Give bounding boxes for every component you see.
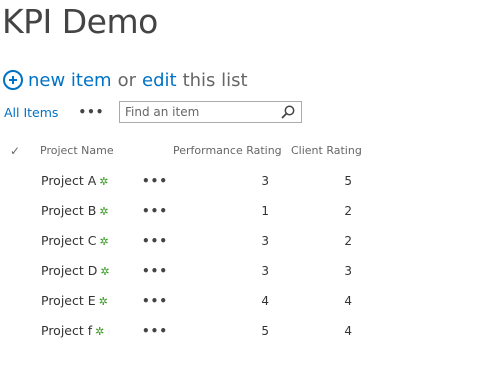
client-rating-cell: 4 xyxy=(344,324,352,338)
project-name-link[interactable]: Project E ✲ xyxy=(41,286,108,316)
row-menu-button[interactable]: ••• xyxy=(142,256,168,286)
client-rating-cell: 4 xyxy=(344,294,352,308)
new-item-icon: ✲ xyxy=(95,325,105,338)
search-icon[interactable] xyxy=(281,105,295,119)
select-all-checkbox[interactable]: ✓ xyxy=(8,140,22,162)
performance-rating-cell: 3 xyxy=(261,174,269,188)
this-list-text: this list xyxy=(182,69,248,91)
performance-rating-cell: 4 xyxy=(261,294,269,308)
column-header-project-name[interactable]: Project Name xyxy=(40,140,114,162)
client-rating-cell: 2 xyxy=(344,234,352,248)
performance-rating-cell: 1 xyxy=(261,204,269,218)
project-name-link[interactable]: Project A ✲ xyxy=(41,166,109,196)
client-rating-cell: 2 xyxy=(344,204,352,218)
view-selector: All Items ••• xyxy=(4,101,104,123)
project-name-link[interactable]: Project C ✲ xyxy=(41,226,109,256)
view-all-items[interactable]: All Items xyxy=(4,105,58,120)
performance-rating-cell: 3 xyxy=(261,234,269,248)
column-header-performance-rating[interactable]: Performance Rating xyxy=(173,140,282,162)
new-item-icon: ✲ xyxy=(98,295,108,308)
client-rating-cell: 3 xyxy=(344,264,352,278)
client-rating-cell: 5 xyxy=(344,174,352,188)
new-item-icon: ✲ xyxy=(99,205,109,218)
new-item-icon: ✲ xyxy=(99,235,109,248)
add-circle-icon[interactable] xyxy=(3,70,23,90)
table-row[interactable]: Project A ✲ ••• 3 5 xyxy=(0,166,491,196)
performance-rating-cell: 5 xyxy=(261,324,269,338)
row-menu-button[interactable]: ••• xyxy=(142,166,168,196)
new-item-link[interactable]: new item xyxy=(28,70,112,91)
page-title: KPI Demo xyxy=(2,2,158,41)
row-menu-button[interactable]: ••• xyxy=(142,286,168,316)
row-menu-button[interactable]: ••• xyxy=(142,316,168,346)
table-row[interactable]: Project f ✲ ••• 5 4 xyxy=(0,316,491,346)
table-row[interactable]: Project B ✲ ••• 1 2 xyxy=(0,196,491,226)
column-header-client-rating[interactable]: Client Rating xyxy=(291,140,362,162)
row-menu-button[interactable]: ••• xyxy=(142,226,168,256)
list-actions: new item or edit this list xyxy=(3,67,248,93)
performance-rating-cell: 3 xyxy=(261,264,269,278)
table-row[interactable]: Project C ✲ ••• 3 2 xyxy=(0,226,491,256)
project-name-link[interactable]: Project B ✲ xyxy=(41,196,109,226)
more-views-button[interactable]: ••• xyxy=(78,105,104,119)
or-text: or xyxy=(117,69,137,91)
project-name-link[interactable]: Project f ✲ xyxy=(41,316,104,346)
row-menu-button[interactable]: ••• xyxy=(142,196,168,226)
project-name-link[interactable]: Project D ✲ xyxy=(41,256,110,286)
edit-link[interactable]: edit xyxy=(142,70,177,91)
search-box xyxy=(119,101,302,123)
search-input[interactable] xyxy=(125,104,275,120)
new-item-icon: ✲ xyxy=(100,265,110,278)
table-row[interactable]: Project E ✲ ••• 4 4 xyxy=(0,286,491,316)
table-row[interactable]: Project D ✲ ••• 3 3 xyxy=(0,256,491,286)
new-item-icon: ✲ xyxy=(99,175,109,188)
